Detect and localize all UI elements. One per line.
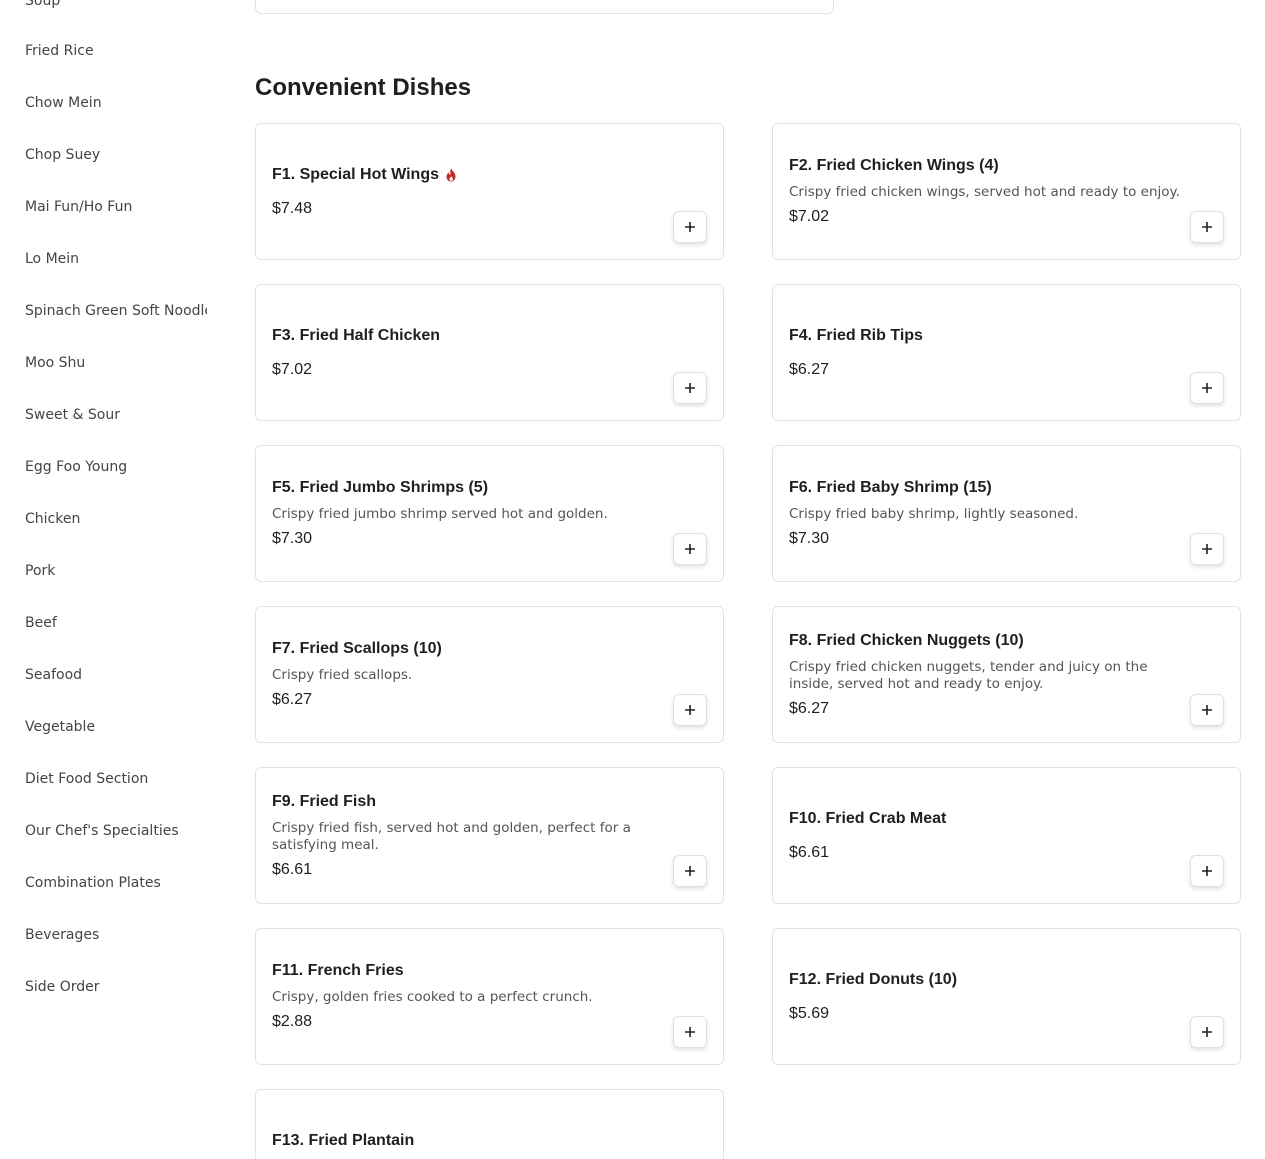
item-name: F10. Fried Crab Meat <box>789 809 947 827</box>
plus-icon <box>1202 544 1212 554</box>
sidebar-item-chef-specialties[interactable]: Our Chef's Specialties <box>25 819 207 843</box>
add-item-button[interactable] <box>1190 211 1224 243</box>
sidebar-item-sweet-sour[interactable]: Sweet & Sour <box>25 403 207 427</box>
item-description: Crispy fried chicken wings, served hot a… <box>789 184 1180 200</box>
item-price: $6.27 <box>789 699 830 717</box>
item-description: Crispy fried jumbo shrimp served hot and… <box>272 506 608 522</box>
item-name: F7. Fried Scallops (10) <box>272 640 442 657</box>
sidebar-item-soup[interactable]: Soup <box>25 0 207 13</box>
item-description: Crispy fried fish, served hot and golden… <box>272 819 631 853</box>
menu-item-card[interactable]: F5. Fried Jumbo Shrimps (5) Crispy fried… <box>255 445 724 582</box>
sidebar-item-spinach-noodle[interactable]: Spinach Green Soft Noodle <box>25 299 207 323</box>
item-name: F2. Fried Chicken Wings (4) <box>789 157 999 174</box>
item-name: F4. Fried Rib Tips <box>789 326 923 344</box>
section-title: Convenient Dishes <box>255 74 472 101</box>
add-item-button[interactable] <box>1190 694 1224 726</box>
add-item-button[interactable] <box>673 855 707 887</box>
item-price: $6.27 <box>789 360 830 378</box>
menu-item-card[interactable]: F7. Fried Scallops (10) Crispy fried sca… <box>255 606 724 743</box>
menu-item-card[interactable]: F10. Fried Crab Meat $6.61 <box>772 767 1241 904</box>
add-item-button[interactable] <box>673 1016 707 1048</box>
menu-item-card[interactable]: F13. Fried Plantain <box>255 1089 724 1159</box>
item-description: Crispy fried scallops. <box>272 667 413 683</box>
sidebar-item-lo-mein[interactable]: Lo Mein <box>25 247 207 271</box>
item-price: $7.30 <box>789 530 830 547</box>
add-item-button[interactable] <box>1190 855 1224 887</box>
plus-icon <box>685 383 695 393</box>
plus-icon <box>1202 866 1212 876</box>
sidebar-item-diet-food[interactable]: Diet Food Section <box>25 767 207 791</box>
item-description: Crispy fried baby shrimp, lightly season… <box>789 506 1079 522</box>
item-price: $7.30 <box>272 530 313 547</box>
plus-icon <box>685 1027 695 1037</box>
flame-icon <box>445 168 457 182</box>
sidebar-item-chicken[interactable]: Chicken <box>25 507 207 531</box>
item-name: F9. Fried Fish <box>272 792 377 810</box>
sidebar-item-moo-shu[interactable]: Moo Shu <box>25 351 207 375</box>
sidebar-item-mai-fun-ho-fun[interactable]: Mai Fun/Ho Fun <box>25 195 207 219</box>
item-name: F5. Fried Jumbo Shrimps (5) <box>272 479 489 496</box>
item-name: F8. Fried Chicken Nuggets (10) <box>789 631 1024 649</box>
item-name: F3. Fried Half Chicken <box>272 326 441 344</box>
plus-icon <box>685 705 695 715</box>
item-price: $7.02 <box>789 208 830 225</box>
item-name-row: F1. Special Hot Wings <box>272 165 663 185</box>
item-name: F6. Fried Baby Shrimp (15) <box>789 479 992 496</box>
item-description: Crispy, golden fries cooked to a perfect… <box>272 989 593 1005</box>
plus-icon <box>1202 705 1212 715</box>
menu-item-card[interactable]: F1. Special Hot Wings $7.48 <box>255 123 724 260</box>
add-item-button[interactable] <box>673 211 707 243</box>
category-sidebar: Soup Fried Rice Chow Mein Chop Suey Mai … <box>0 0 207 1159</box>
sidebar-item-pork[interactable]: Pork <box>25 559 207 583</box>
add-item-button[interactable] <box>673 533 707 565</box>
add-item-button[interactable] <box>1190 1016 1224 1048</box>
item-name: F13. Fried Plantain <box>272 1132 415 1149</box>
menu-item-card[interactable]: F4. Fried Rib Tips $6.27 <box>772 284 1241 421</box>
item-price: $7.02 <box>272 360 313 378</box>
sidebar-item-combination-plates[interactable]: Combination Plates <box>25 871 207 895</box>
menu-item-card[interactable]: F3. Fried Half Chicken $7.02 <box>255 284 724 421</box>
item-price: $5.69 <box>789 1004 830 1022</box>
plus-icon <box>685 222 695 232</box>
sidebar-item-beverages[interactable]: Beverages <box>25 923 207 947</box>
menu-item-card[interactable]: F12. Fried Donuts (10) $5.69 <box>772 928 1241 1065</box>
menu-item-card[interactable]: F8. Fried Chicken Nuggets (10) Crispy fr… <box>772 606 1241 743</box>
plus-icon <box>1202 222 1212 232</box>
item-description: Crispy fried chicken nuggets, tender and… <box>789 658 1148 692</box>
menu-item-card[interactable]: F9. Fried Fish Crispy fried fish, served… <box>255 767 724 904</box>
item-price: $2.88 <box>272 1013 313 1030</box>
item-price: $6.61 <box>789 843 830 861</box>
item-price: $7.48 <box>272 199 313 217</box>
plus-icon <box>685 544 695 554</box>
sidebar-item-side-order[interactable]: Side Order <box>25 975 207 999</box>
menu-item-card[interactable]: F6. Fried Baby Shrimp (15) Crispy fried … <box>772 445 1241 582</box>
previous-section-card <box>255 0 834 14</box>
add-item-button[interactable] <box>673 694 707 726</box>
add-item-button[interactable] <box>1190 533 1224 565</box>
plus-icon <box>1202 383 1212 393</box>
item-price: $6.27 <box>272 691 313 708</box>
sidebar-item-seafood[interactable]: Seafood <box>25 663 207 687</box>
menu-page: Soup Fried Rice Chow Mein Chop Suey Mai … <box>0 0 1265 1159</box>
item-name: F11. French Fries <box>272 962 404 979</box>
sidebar-item-vegetable[interactable]: Vegetable <box>25 715 207 739</box>
add-item-button[interactable] <box>673 372 707 404</box>
plus-icon <box>685 866 695 876</box>
sidebar-item-fried-rice[interactable]: Fried Rice <box>25 39 207 63</box>
menu-item-card[interactable]: F11. French Fries Crispy, golden fries c… <box>255 928 724 1065</box>
menu-item-card[interactable]: F2. Fried Chicken Wings (4) Crispy fried… <box>772 123 1241 260</box>
add-item-button[interactable] <box>1190 372 1224 404</box>
sidebar-item-egg-foo-young[interactable]: Egg Foo Young <box>25 455 207 479</box>
item-name: F1. Special Hot Wings <box>272 165 439 183</box>
sidebar-item-chow-mein[interactable]: Chow Mein <box>25 91 207 115</box>
sidebar-item-chop-suey[interactable]: Chop Suey <box>25 143 207 167</box>
item-price: $6.61 <box>272 860 313 878</box>
sidebar-item-beef[interactable]: Beef <box>25 611 207 635</box>
item-name: F12. Fried Donuts (10) <box>789 970 958 988</box>
plus-icon <box>1202 1027 1212 1037</box>
